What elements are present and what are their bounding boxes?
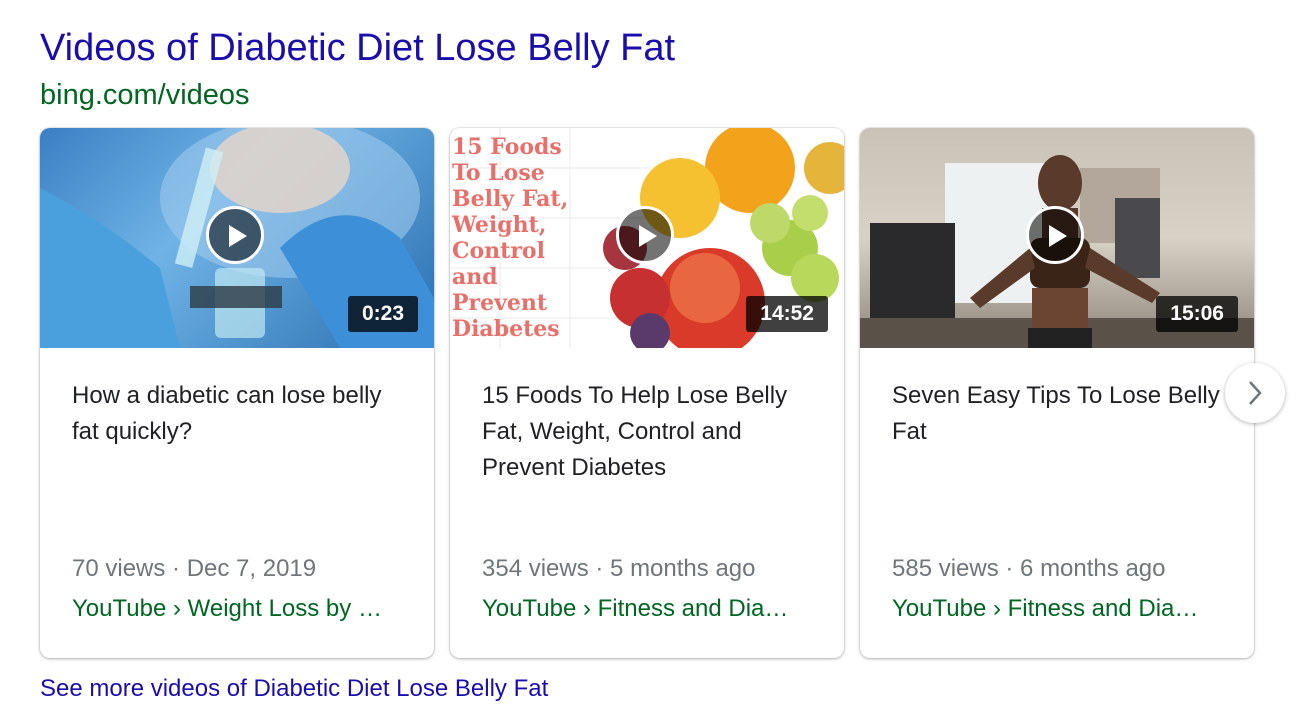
video-thumbnail[interactable]: 0:23 (40, 128, 434, 348)
video-source-path: YouTube › Weight Loss by … (72, 595, 382, 622)
video-title[interactable]: How a diabetic can lose belly fat quickl… (72, 378, 412, 450)
video-thumbnail[interactable]: 15 Foods To Lose Belly Fat, Weight, Cont… (450, 128, 844, 348)
video-title[interactable]: 15 Foods To Help Lose Belly Fat, Weight,… (482, 378, 822, 486)
video-source-path: YouTube › Fitness and Dia… (482, 595, 789, 622)
play-icon (229, 225, 247, 247)
next-button[interactable] (1225, 363, 1285, 423)
see-more-link[interactable]: See more videos of Diabetic Diet Lose Be… (40, 674, 548, 704)
video-meta: 585 views · 6 months ago (892, 555, 1166, 582)
duration-badge: 15:06 (1156, 296, 1238, 332)
source-url: bing.com/videos (40, 79, 250, 111)
play-button[interactable] (616, 206, 674, 264)
video-title[interactable]: Seven Easy Tips To Lose Belly Fat (892, 378, 1232, 450)
video-card[interactable]: 15 Foods To Lose Belly Fat, Weight, Cont… (450, 128, 844, 658)
thumbnail-caption: 15 Foods To Lose Belly Fat, Weight, Cont… (452, 134, 569, 342)
duration-badge: 14:52 (746, 296, 828, 332)
play-icon (639, 225, 657, 247)
chevron-right-icon (1249, 381, 1262, 405)
video-source-path: YouTube › Fitness and Dia… (892, 595, 1199, 622)
video-meta: 70 views · Dec 7, 2019 (72, 555, 317, 582)
play-icon (1049, 225, 1067, 247)
results-title[interactable]: Videos of Diabetic Diet Lose Belly Fat (40, 26, 675, 70)
play-button[interactable] (206, 206, 264, 264)
video-meta: 354 views · 5 months ago (482, 555, 756, 582)
video-thumbnail[interactable]: 15:06 (860, 128, 1254, 348)
play-button[interactable] (1026, 206, 1084, 264)
video-card[interactable]: 15:06 Seven Easy Tips To Lose Belly Fat … (860, 128, 1254, 658)
video-card[interactable]: 0:23 How a diabetic can lose belly fat q… (40, 128, 434, 658)
duration-badge: 0:23 (347, 296, 418, 332)
